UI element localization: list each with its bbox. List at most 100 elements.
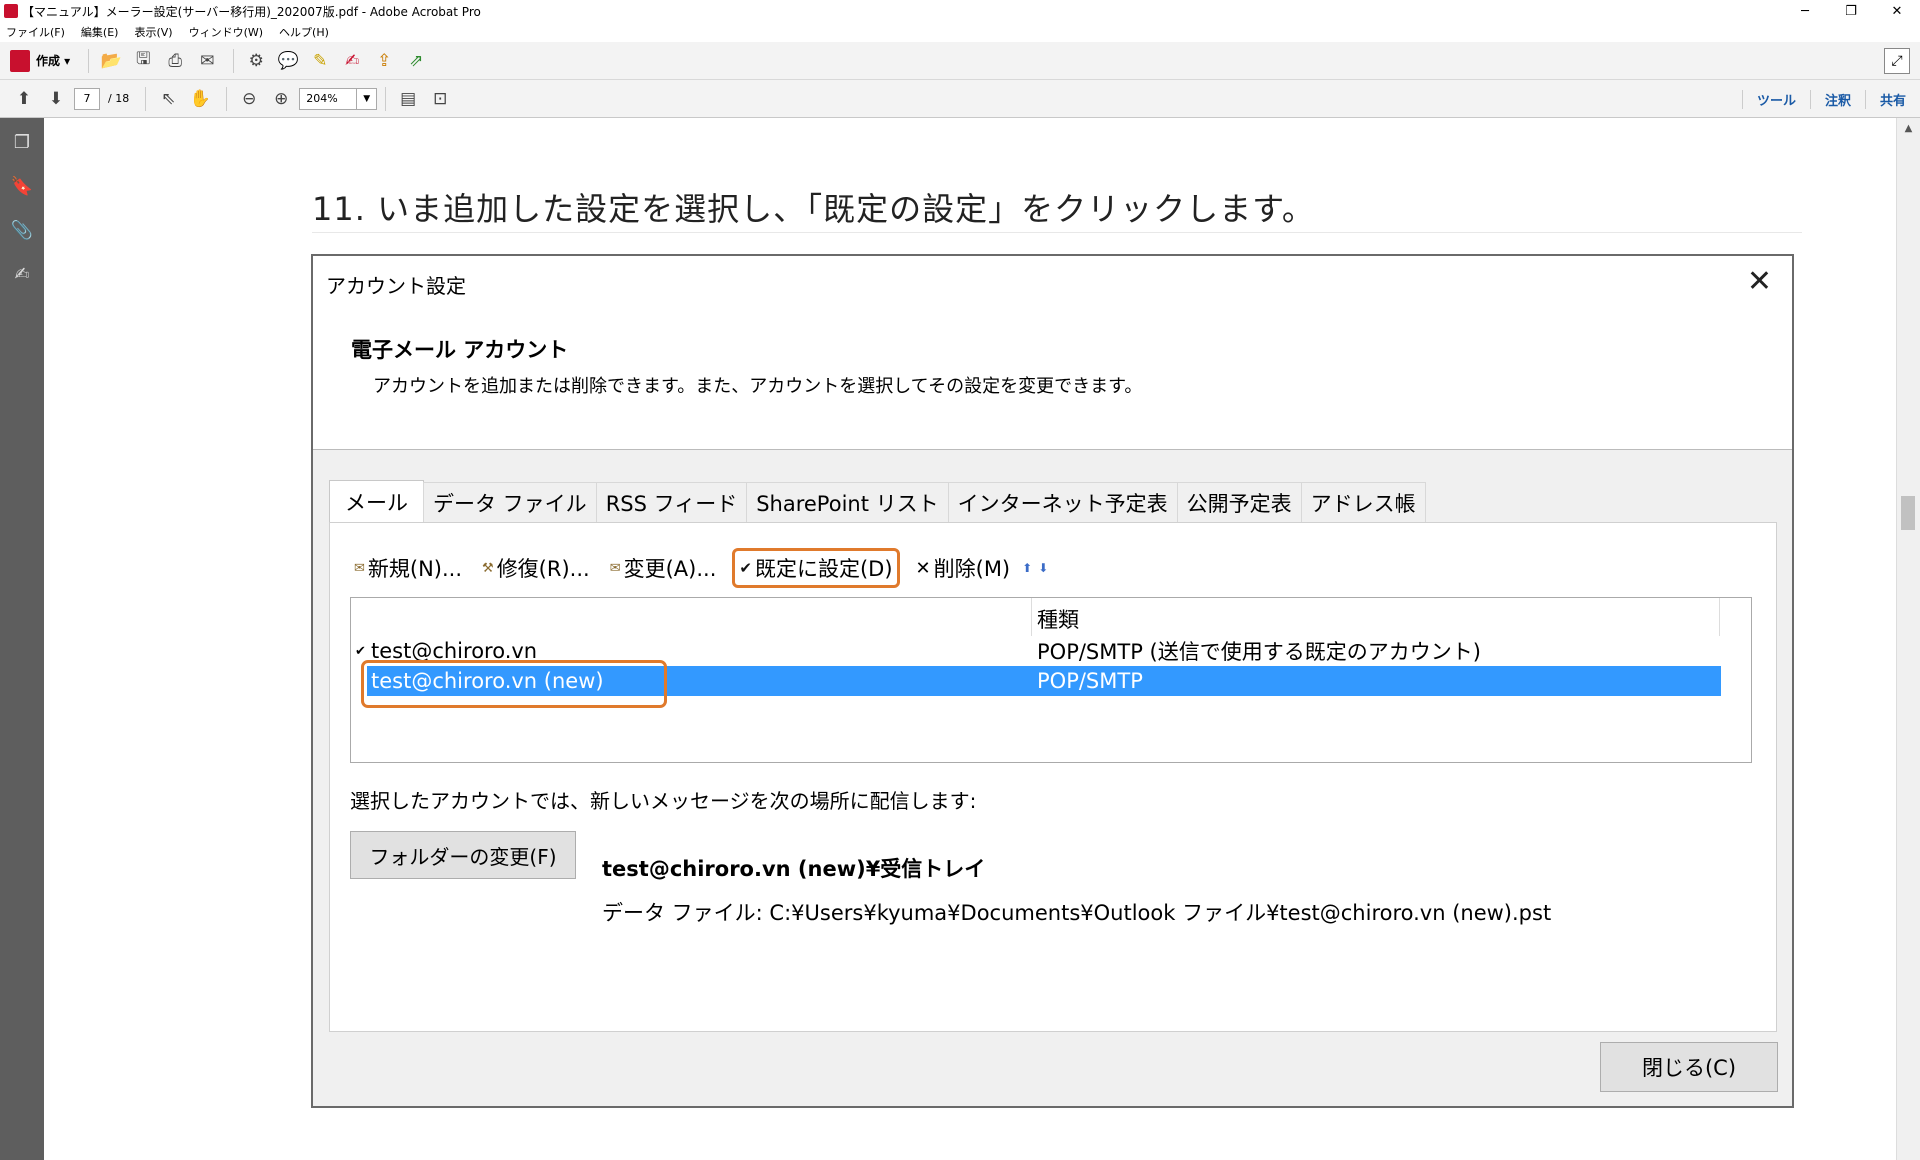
window-controls: ─ ❐ ✕ bbox=[1782, 0, 1920, 22]
open-folder-icon[interactable]: 📂 bbox=[97, 47, 125, 75]
tools-link[interactable]: ツール bbox=[1741, 89, 1810, 109]
right-panel-links: ツール 注釈 共有 bbox=[1741, 80, 1920, 118]
menu-edit[interactable]: 編集(E) bbox=[81, 24, 119, 40]
comment-link[interactable]: 注釈 bbox=[1809, 89, 1865, 109]
account-list: 種類 ✔ test@chiroro.vn POP/SMTP (送信で使用する既定… bbox=[350, 597, 1752, 763]
select-cursor-icon[interactable]: ⇖ bbox=[154, 85, 182, 113]
scrollbar-thumb[interactable] bbox=[1901, 496, 1915, 530]
create-button-label: 作成 ▾ bbox=[36, 54, 71, 68]
scroll-up-icon[interactable]: ▲ bbox=[1897, 118, 1920, 138]
highlight-icon[interactable]: ✎ bbox=[306, 47, 334, 75]
tab-sharepoint-lists[interactable]: SharePoint リスト bbox=[746, 482, 949, 522]
new-account-button[interactable]: ✉ 新規(N)... bbox=[350, 548, 466, 588]
toolbar-divider bbox=[88, 48, 90, 73]
new-account-icon: ✉ bbox=[354, 560, 365, 576]
account-type: POP/SMTP (送信で使用する既定のアカウント) bbox=[1037, 640, 1481, 664]
tab-rss-feeds[interactable]: RSS フィード bbox=[595, 482, 748, 522]
move-up-down-icon[interactable]: ⬆⬇ bbox=[1022, 561, 1054, 575]
export-icon[interactable]: ⇪ bbox=[370, 47, 398, 75]
change-account-label: 変更(A)... bbox=[623, 557, 717, 581]
next-page-icon[interactable]: ⬇ bbox=[42, 85, 70, 113]
dialog-close-button[interactable]: 閉じる(C) bbox=[1600, 1042, 1778, 1092]
repair-tools-icon: ⚒ bbox=[482, 560, 494, 576]
dialog-title: アカウント設定 bbox=[326, 274, 466, 298]
page-number-input[interactable]: 7 bbox=[74, 87, 100, 110]
print-icon[interactable]: ⎙ bbox=[161, 47, 189, 75]
save-icon[interactable]: 🖫 bbox=[129, 47, 157, 75]
dialog-description: アカウントを追加または削除できます。また、アカウントを選択してその設定を変更でき… bbox=[373, 376, 1143, 397]
menu-view[interactable]: 表示(V) bbox=[134, 24, 172, 40]
signatures-icon[interactable]: ✍ bbox=[10, 262, 34, 286]
bookmarks-icon[interactable]: 🔖 bbox=[10, 174, 34, 198]
menu-file[interactable]: ファイル(F) bbox=[6, 24, 65, 40]
fit-width-icon[interactable]: ⊡ bbox=[426, 85, 454, 113]
share-link[interactable]: 共有 bbox=[1864, 89, 1920, 109]
zoom-dropdown-icon[interactable]: ▼ bbox=[357, 87, 378, 110]
fit-page-icon[interactable]: ▤ bbox=[394, 85, 422, 113]
acrobat-app-icon bbox=[4, 4, 18, 18]
change-account-icon: ✉ bbox=[609, 560, 621, 576]
page-total: / 18 bbox=[108, 92, 130, 105]
account-actions: ✉ 新規(N)... ⚒ 修復(R)... ✉ 変更(A)... ✔ 既定に設定… bbox=[350, 545, 1054, 591]
selection-highlight-annotation bbox=[361, 660, 667, 708]
dialog-heading: 電子メール アカウント bbox=[351, 338, 569, 362]
repair-account-label: 修復(R)... bbox=[496, 557, 590, 581]
tab-internet-calendars[interactable]: インターネット予定表 bbox=[947, 482, 1178, 522]
tab-published-calendars[interactable]: 公開予定表 bbox=[1176, 482, 1302, 522]
restore-button[interactable]: ❐ bbox=[1828, 0, 1874, 22]
menu-window[interactable]: ウィンドウ(W) bbox=[189, 24, 263, 40]
change-folder-button[interactable]: フォルダーの変更(F) bbox=[350, 831, 576, 879]
toolbar-divider bbox=[145, 86, 147, 111]
account-list-header: 種類 bbox=[351, 598, 1721, 636]
data-file-path: データ ファイル: C:¥Users¥kyuma¥Documents¥Outlo… bbox=[602, 901, 1552, 925]
menu-help[interactable]: ヘルプ(H) bbox=[279, 24, 329, 40]
email-icon[interactable]: ✉ bbox=[193, 47, 221, 75]
delivery-label: 選択したアカウントでは、新しいメッセージを次の場所に配信します: bbox=[350, 789, 977, 813]
account-tabs: メール データ ファイル RSS フィード SharePoint リスト インタ… bbox=[329, 480, 1426, 522]
default-account-check-icon: ✔ bbox=[355, 643, 366, 659]
step-title: 11. いま追加した設定を選択し、「既定の設定」をクリックします。 bbox=[312, 190, 1315, 228]
toolbar-divider bbox=[385, 86, 387, 111]
expand-icon[interactable]: ⤢ bbox=[1884, 48, 1910, 74]
delivery-folder-path: test@chiroro.vn (new)¥受信トレイ bbox=[602, 857, 986, 881]
column-header-type[interactable]: 種類 bbox=[1037, 604, 1079, 634]
delete-account-button[interactable]: ✕ 削除(M) bbox=[912, 548, 1015, 588]
comment-icon[interactable]: 💬 bbox=[274, 47, 302, 75]
sign-icon[interactable]: ✍ bbox=[338, 47, 366, 75]
repair-account-button[interactable]: ⚒ 修復(R)... bbox=[478, 548, 594, 588]
dialog-close-icon[interactable]: ✕ bbox=[1747, 264, 1772, 299]
create-button[interactable]: 作成 ▾ bbox=[10, 49, 71, 72]
attachments-icon[interactable]: 📎 bbox=[10, 218, 34, 242]
close-window-button[interactable]: ✕ bbox=[1874, 0, 1920, 22]
delete-x-icon: ✕ bbox=[915, 557, 931, 579]
main-toolbar: 作成 ▾ 📂 🖫 ⎙ ✉ ⚙ 💬 ✎ ✍ ⇪ ⇗ ⤢ bbox=[0, 42, 1920, 80]
settings-gear-icon[interactable]: ⚙ bbox=[242, 47, 270, 75]
column-divider bbox=[1031, 598, 1032, 636]
set-default-button[interactable]: ✔ 既定に設定(D) bbox=[732, 548, 900, 588]
tab-mail[interactable]: メール bbox=[329, 480, 424, 522]
set-default-label: 既定に設定(D) bbox=[754, 557, 893, 581]
zoom-out-icon[interactable]: ⊖ bbox=[235, 85, 263, 113]
toolbar-divider bbox=[226, 86, 228, 111]
tab-data-files[interactable]: データ ファイル bbox=[423, 482, 597, 522]
account-type: POP/SMTP bbox=[1037, 669, 1143, 693]
dialog-header: アカウント設定 ✕ 電子メール アカウント アカウントを追加または削除できます。… bbox=[313, 256, 1792, 450]
minimize-button[interactable]: ─ bbox=[1782, 0, 1828, 22]
previous-page-icon[interactable]: ⬆ bbox=[10, 85, 38, 113]
page-thumbnails-icon[interactable]: ❐ bbox=[10, 130, 34, 154]
left-navigation-panel: ❐ 🔖 📎 ✍ bbox=[0, 118, 44, 1160]
new-account-label: 新規(N)... bbox=[367, 557, 463, 581]
account-settings-dialog: アカウント設定 ✕ 電子メール アカウント アカウントを追加または削除できます。… bbox=[311, 254, 1794, 1108]
toolbar-divider bbox=[233, 48, 235, 73]
hand-tool-icon[interactable]: ✋ bbox=[186, 85, 214, 113]
zoom-in-icon[interactable]: ⊕ bbox=[267, 85, 295, 113]
tab-address-books[interactable]: アドレス帳 bbox=[1300, 482, 1426, 522]
vertical-scrollbar[interactable]: ▲ bbox=[1896, 118, 1920, 1160]
delete-account-label: 削除(M) bbox=[933, 557, 1011, 581]
zoom-level-input[interactable]: 204% bbox=[299, 87, 358, 110]
page-divider bbox=[312, 232, 1802, 233]
change-account-button[interactable]: ✉ 変更(A)... bbox=[606, 548, 721, 588]
default-check-icon: ✔ bbox=[739, 559, 752, 577]
share-icon[interactable]: ⇗ bbox=[402, 47, 430, 75]
column-divider bbox=[1719, 598, 1720, 636]
